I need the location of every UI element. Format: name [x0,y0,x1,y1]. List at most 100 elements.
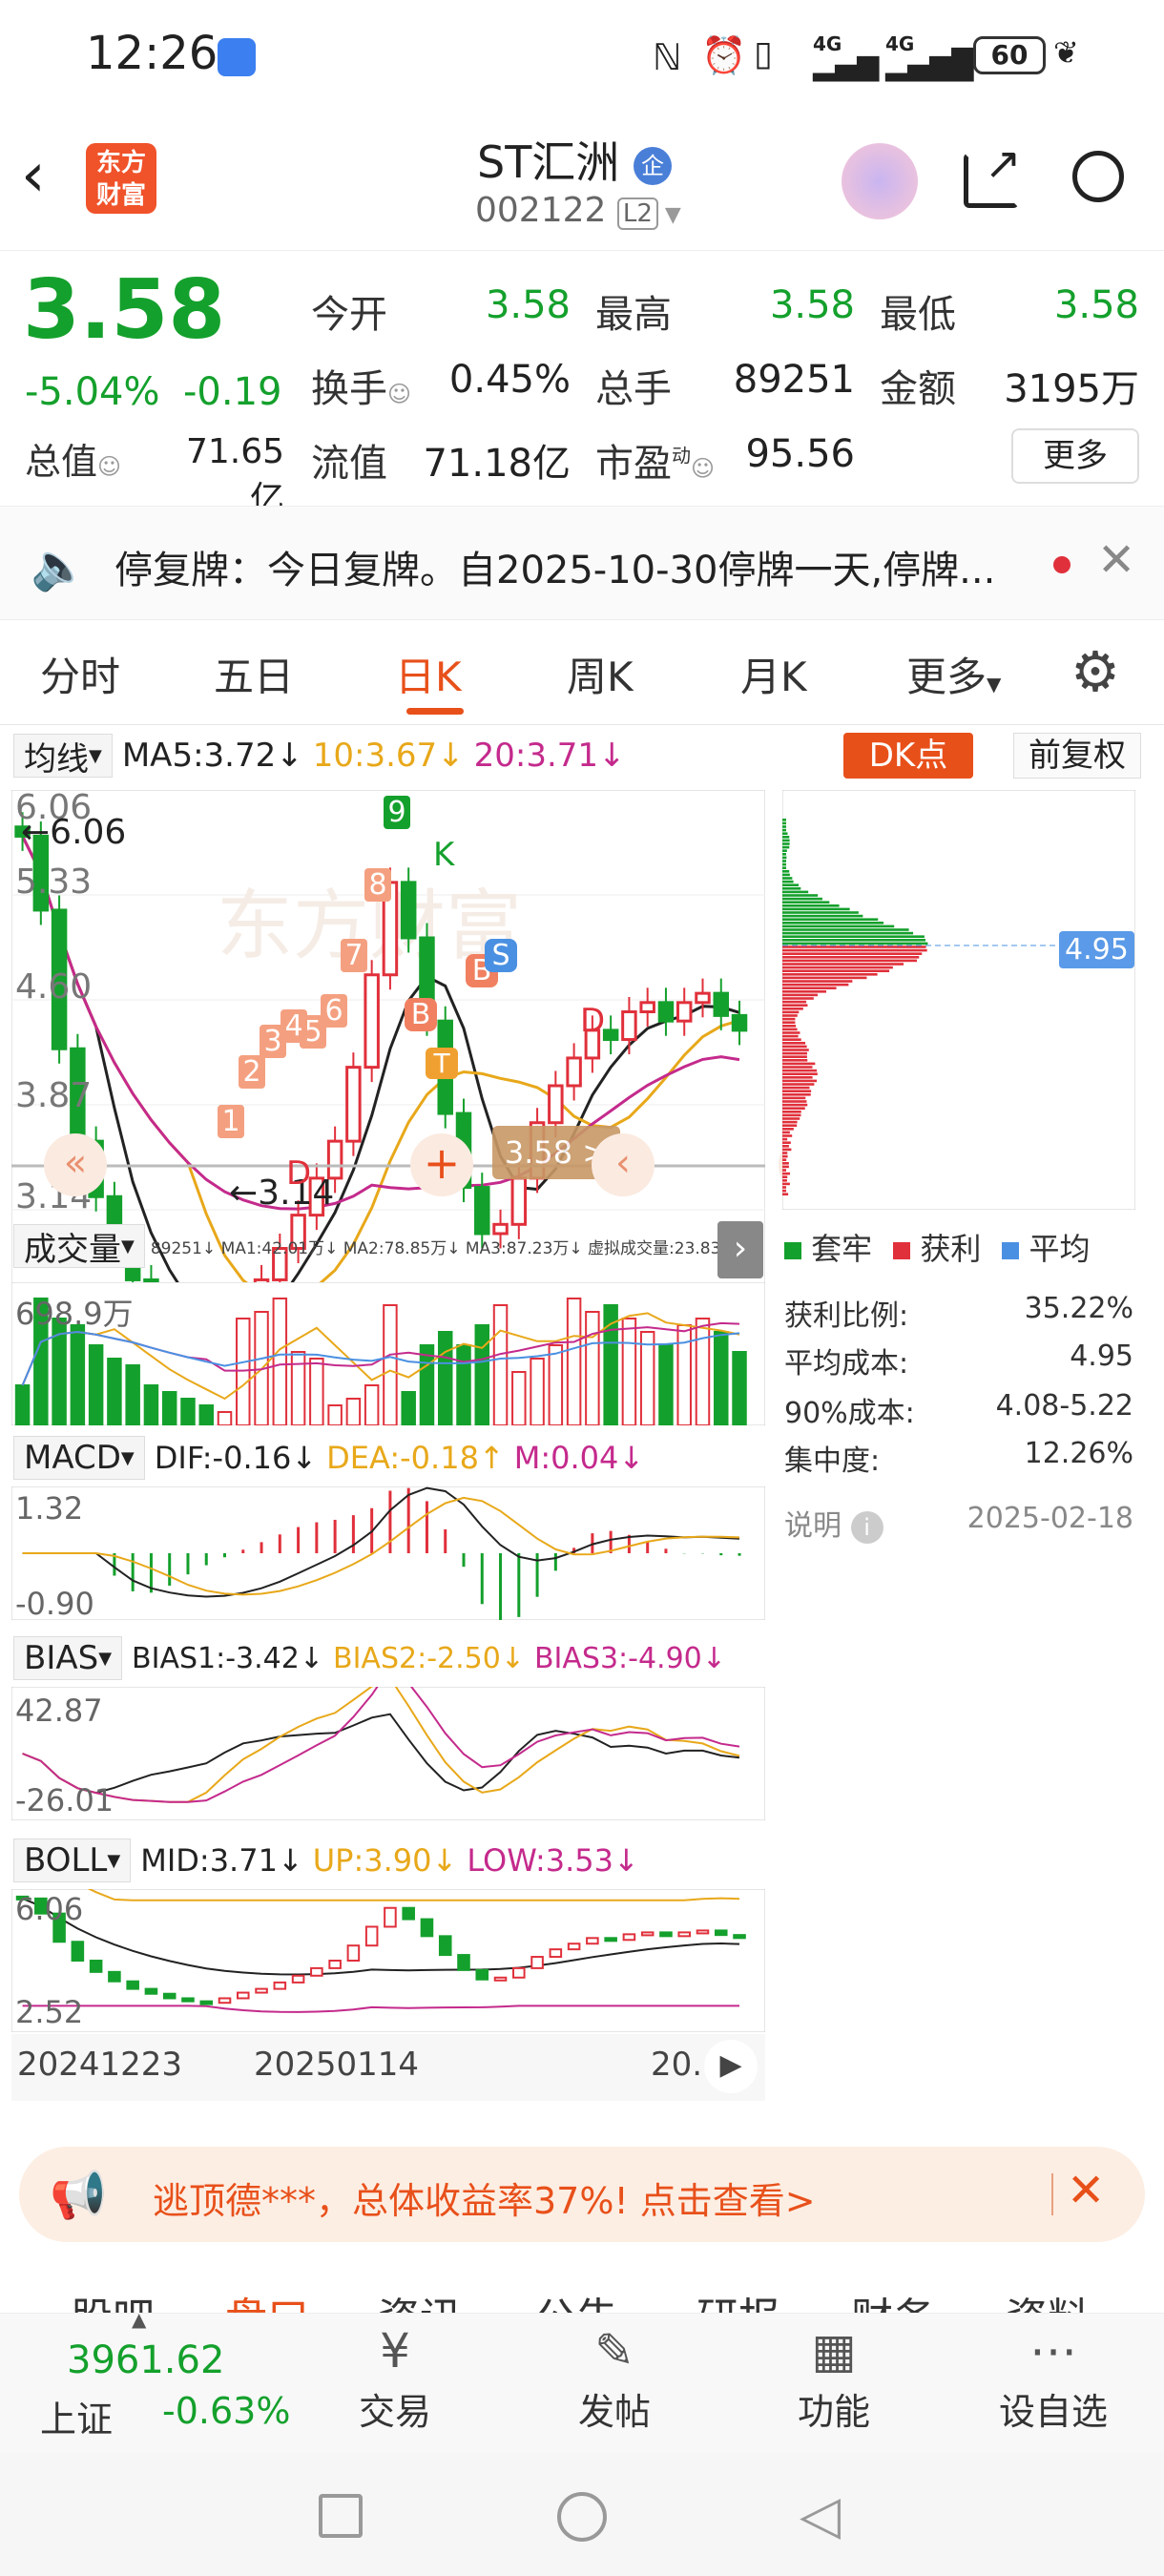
macd-dea: DEA:-0.18↑ [326,1440,505,1476]
chip-bar [782,1042,805,1045]
function-button[interactable]: ▦ 功能 [767,2323,901,2435]
subtab-pankou[interactable]: 盘口 [225,2284,309,2313]
tab-fenshi[interactable]: 分时 [40,645,120,703]
change-pct: -5.04% [25,370,160,414]
boll-candle [697,1930,709,1933]
date-axis: 20241223 20250114 20... ▶ [11,2034,765,2101]
adjust-button[interactable]: 前复权 [1013,733,1141,779]
recent-apps-icon[interactable] [319,2494,363,2538]
date-label-2: 20250114 [254,2046,419,2084]
volume-bar [402,1392,414,1425]
chip-bar [782,1093,811,1096]
info-icon[interactable]: ☺ [97,453,121,480]
chip-bar [782,987,837,989]
tab-wuri[interactable]: 五日 [214,645,294,703]
home-icon[interactable] [557,2492,607,2542]
tab-zhouk[interactable]: 周K [567,645,634,703]
post-button[interactable]: ✎ 发帖 [548,2323,681,2435]
more-button[interactable]: 更多 [1011,428,1139,484]
chip-bar [782,1179,787,1182]
chip-distribution-chart[interactable] [782,790,1135,1210]
chip-bar [782,857,786,860]
boll-candle [219,1998,231,2003]
volume-selector[interactable]: 成交量 ▼ [13,1224,145,1268]
subtab-caiwu[interactable]: 财务 [851,2284,935,2313]
robot-assistant-icon[interactable] [842,143,918,219]
macd-dif: DIF:-0.16↓ [155,1440,317,1476]
volume-bar [659,1345,672,1425]
volume-expand-button[interactable]: › [717,1221,763,1278]
promo-banner[interactable]: 📢 逃顶德***，总体收益率37%! 点击查看> ✕ [19,2147,1145,2242]
chip-bar [782,1152,787,1154]
boll-candle [73,1942,84,1961]
promo-close-icon[interactable]: ✕ [1067,2164,1105,2217]
index-caret: ▲ [132,2308,146,2331]
back-icon[interactable]: ‹ [21,145,46,206]
chip-bar [782,1076,813,1079]
subtab-ziliao[interactable]: 资料 [1006,2284,1090,2313]
bias-selector[interactable]: BIAS ▼ [13,1636,122,1680]
boll-candle [458,1955,469,1970]
boll-candle [403,1908,414,1920]
macd-top-label: 1.32 [15,1490,83,1527]
chip-bar [782,874,790,877]
subtab-zixun[interactable]: 资讯 [378,2284,462,2313]
subtab-yanbao[interactable]: 研报 [696,2284,780,2313]
nfc-icon: ℕ [653,36,681,78]
boll-legend-row: BOLL ▼ MID:3.71↓ UP:3.90↓ LOW:3.53↓ [13,1838,639,1883]
chip-value-2: 4.08-5.22 [954,1389,1133,1423]
volume-bar [200,1405,213,1425]
macd-chart[interactable] [11,1486,765,1620]
promo-text[interactable]: 逃顶德***，总体收益率37%! 点击查看> [153,2171,816,2224]
settings-gear-icon[interactable]: ⚙ [1070,639,1120,704]
add-watchlist-button[interactable]: ⋯ 设自选 [987,2323,1120,2435]
boll-candle [127,1982,138,1989]
more-dots-icon: ⋯ [987,2323,1120,2379]
edit-icon: ✎ [548,2323,681,2379]
boll-chart[interactable] [11,1889,765,2032]
signal-b1: B [405,998,437,1031]
chip-bar [782,1004,807,1007]
chart-prev-icon[interactable]: ‹ [592,1133,655,1196]
close-icon[interactable]: ✕ [1097,533,1135,587]
volume-bar [586,1312,598,1425]
back-nav-icon[interactable]: ◁ [800,2484,841,2546]
chip-bar [782,891,808,894]
tab-more[interactable]: 更多▼ [906,645,1001,703]
chevron-down-icon[interactable]: ▼ [658,203,681,227]
chip-bar [782,822,786,825]
subtab-gonggao[interactable]: 公告 [534,2284,618,2313]
leaf-icon: ❦ [1053,34,1079,71]
float-label: 流值 [311,432,387,488]
boll-candle [569,1943,580,1949]
macd-selector[interactable]: MACD ▼ [13,1436,145,1480]
chart-crosshair-icon[interactable]: + [410,1133,473,1196]
volume-bar [328,1405,341,1425]
level-badge[interactable]: L2 [617,197,658,230]
trade-button[interactable]: ¥ 交易 [328,2323,462,2435]
bias-chart[interactable] [11,1687,765,1820]
notice-bar[interactable]: 🔈 停复牌：今日复牌。自2025-10-30停牌一天,停牌... ✕ [0,506,1164,620]
chip-bar [782,915,863,918]
index-name: 上证 [40,2390,113,2442]
stock-code: 002122 L2 ▼ [475,191,681,230]
chip-note[interactable]: 说明 i [784,1502,883,1544]
candle-body [365,975,378,1068]
boll-selector[interactable]: BOLL ▼ [13,1839,131,1882]
info-icon: i [851,1511,883,1544]
info-icon[interactable]: ☺ [387,381,411,407]
tab-yuek[interactable]: 月K [740,645,807,703]
candle-body [715,993,727,1015]
ma-selector[interactable]: 均线 ▼ [13,734,113,778]
info-icon[interactable]: ☺ [691,455,715,482]
open-label: 今开 [311,283,387,339]
dk-point-button[interactable]: DK点 [843,733,973,779]
app-logo[interactable]: 东方 财富 [86,143,156,214]
chart-left-icon[interactable]: « [44,1133,107,1196]
index-widget[interactable]: ▲ 3961.62 上证 -0.63% [19,2314,296,2447]
tab-rik[interactable]: 日K [395,645,462,703]
date-next-icon[interactable]: ▶ [704,2040,758,2093]
chip-bar [782,1021,795,1024]
search-icon[interactable] [1072,151,1124,202]
notice-text[interactable]: 停复牌：今日复牌。自2025-10-30停牌一天,停牌... [114,539,1021,594]
